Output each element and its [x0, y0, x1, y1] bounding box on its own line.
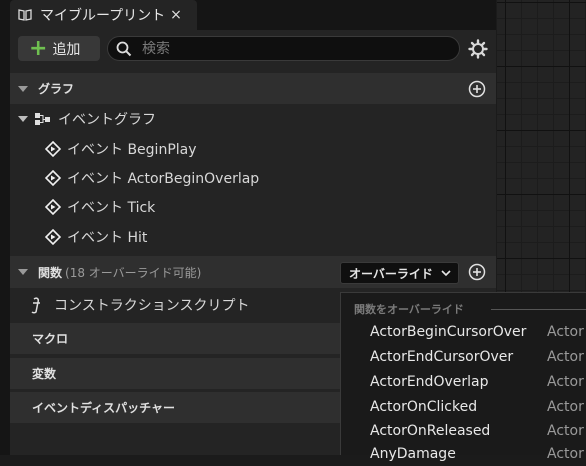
- section-functions-label: 関数: [38, 265, 63, 280]
- expand-arrow-icon[interactable]: [18, 115, 28, 122]
- book-icon: [18, 9, 32, 21]
- event-icon: [45, 198, 61, 215]
- section-functions[interactable]: 関数 (18 オーバーライド可能) オーバーライド: [10, 256, 496, 288]
- dropdown-item[interactable]: ActorEndOverlap Actor: [370, 374, 586, 394]
- add-function-icon[interactable]: [468, 263, 486, 281]
- section-graph[interactable]: グラフ: [10, 73, 496, 104]
- dropdown-item[interactable]: ActorOnClicked Actor: [370, 399, 586, 419]
- event-icon: [45, 228, 61, 245]
- chevron-down-icon: [441, 270, 451, 277]
- event-label: イベント BeginPlay: [67, 141, 197, 158]
- tree-item-event[interactable]: イベント Hit: [45, 222, 485, 251]
- dropdown-item-name: ActorOnClicked: [370, 399, 478, 415]
- dropdown-item[interactable]: AnyDamage Actor: [370, 446, 586, 466]
- event-icon: [45, 140, 61, 157]
- add-button[interactable]: + 追加: [18, 36, 100, 61]
- dropdown-item-name: AnyDamage: [370, 446, 456, 462]
- dropdown-divider: [491, 309, 586, 310]
- gear-icon[interactable]: [468, 39, 488, 59]
- construction-script-label: コンストラクションスクリプト: [54, 297, 250, 314]
- search-icon: [116, 41, 132, 56]
- tab-bar: マイブループリント ×: [10, 0, 496, 30]
- collapse-arrow-icon[interactable]: [18, 85, 28, 92]
- function-icon: [31, 296, 40, 313]
- tree-item-event[interactable]: イベント Tick: [45, 192, 485, 221]
- section-variables-label: 変数: [32, 367, 57, 381]
- left-edge: [0, 0, 10, 455]
- dropdown-item-name: ActorEndCursorOver: [370, 349, 514, 365]
- tree-item-event[interactable]: イベント BeginPlay: [45, 134, 485, 163]
- override-dropdown-button[interactable]: オーバーライド: [340, 262, 459, 284]
- event-icon: [45, 169, 61, 186]
- section-dispatchers-label: イベントディスパッチャー: [32, 401, 176, 415]
- search-input[interactable]: [140, 39, 424, 58]
- event-label: イベント Tick: [67, 199, 156, 216]
- search-box[interactable]: [107, 36, 460, 61]
- plus-icon: +: [29, 35, 48, 61]
- section-functions-count: (18 オーバーライド可能): [65, 265, 202, 280]
- dropdown-item-category: Actor: [547, 446, 584, 462]
- event-label: イベント ActorBeginOverlap: [67, 170, 260, 187]
- dropdown-item-category: Actor: [547, 423, 584, 439]
- dropdown-item[interactable]: ActorOnReleased Actor: [370, 423, 586, 443]
- collapse-arrow-icon[interactable]: [18, 269, 28, 275]
- tree-item-event-graph[interactable]: イベントグラフ: [10, 104, 496, 133]
- dropdown-header: 関数をオーバーライド: [354, 303, 464, 316]
- tree-item-construction-script[interactable]: コンストラクションスクリプト: [30, 290, 340, 319]
- dropdown-item-name: ActorOnReleased: [370, 423, 491, 439]
- section-macros[interactable]: マクロ: [10, 323, 340, 354]
- dropdown-item-category: Actor: [547, 399, 584, 415]
- add-graph-icon[interactable]: [468, 80, 486, 98]
- override-dropdown-menu: 関数をオーバーライド ActorBeginCursorOver Actor Ac…: [340, 292, 586, 462]
- section-variables[interactable]: 変数: [10, 358, 340, 389]
- event-graph-icon: [35, 112, 50, 125]
- override-label: オーバーライド: [349, 266, 433, 281]
- close-icon[interactable]: ×: [170, 7, 182, 23]
- tab-my-blueprint[interactable]: マイブループリント ×: [10, 0, 197, 30]
- section-macros-label: マクロ: [32, 332, 69, 346]
- dropdown-item-category: Actor: [547, 349, 584, 365]
- dropdown-item-category: Actor: [547, 324, 584, 340]
- tree-item-label: イベントグラフ: [58, 111, 156, 128]
- dropdown-item[interactable]: ActorEndCursorOver Actor: [370, 349, 586, 369]
- tree-item-event[interactable]: イベント ActorBeginOverlap: [45, 163, 485, 192]
- dropdown-item-name: ActorBeginCursorOver: [370, 324, 527, 340]
- event-label: イベント Hit: [67, 229, 148, 246]
- dropdown-item[interactable]: ActorBeginCursorOver Actor: [370, 324, 586, 344]
- add-button-label: 追加: [52, 41, 81, 58]
- section-dispatchers[interactable]: イベントディスパッチャー: [10, 392, 340, 423]
- toolbar: + 追加: [10, 30, 496, 68]
- tab-title: マイブループリント: [40, 8, 166, 24]
- dropdown-item-category: Actor: [547, 374, 584, 390]
- section-graph-label: グラフ: [38, 82, 75, 96]
- dropdown-item-name: ActorEndOverlap: [370, 374, 489, 390]
